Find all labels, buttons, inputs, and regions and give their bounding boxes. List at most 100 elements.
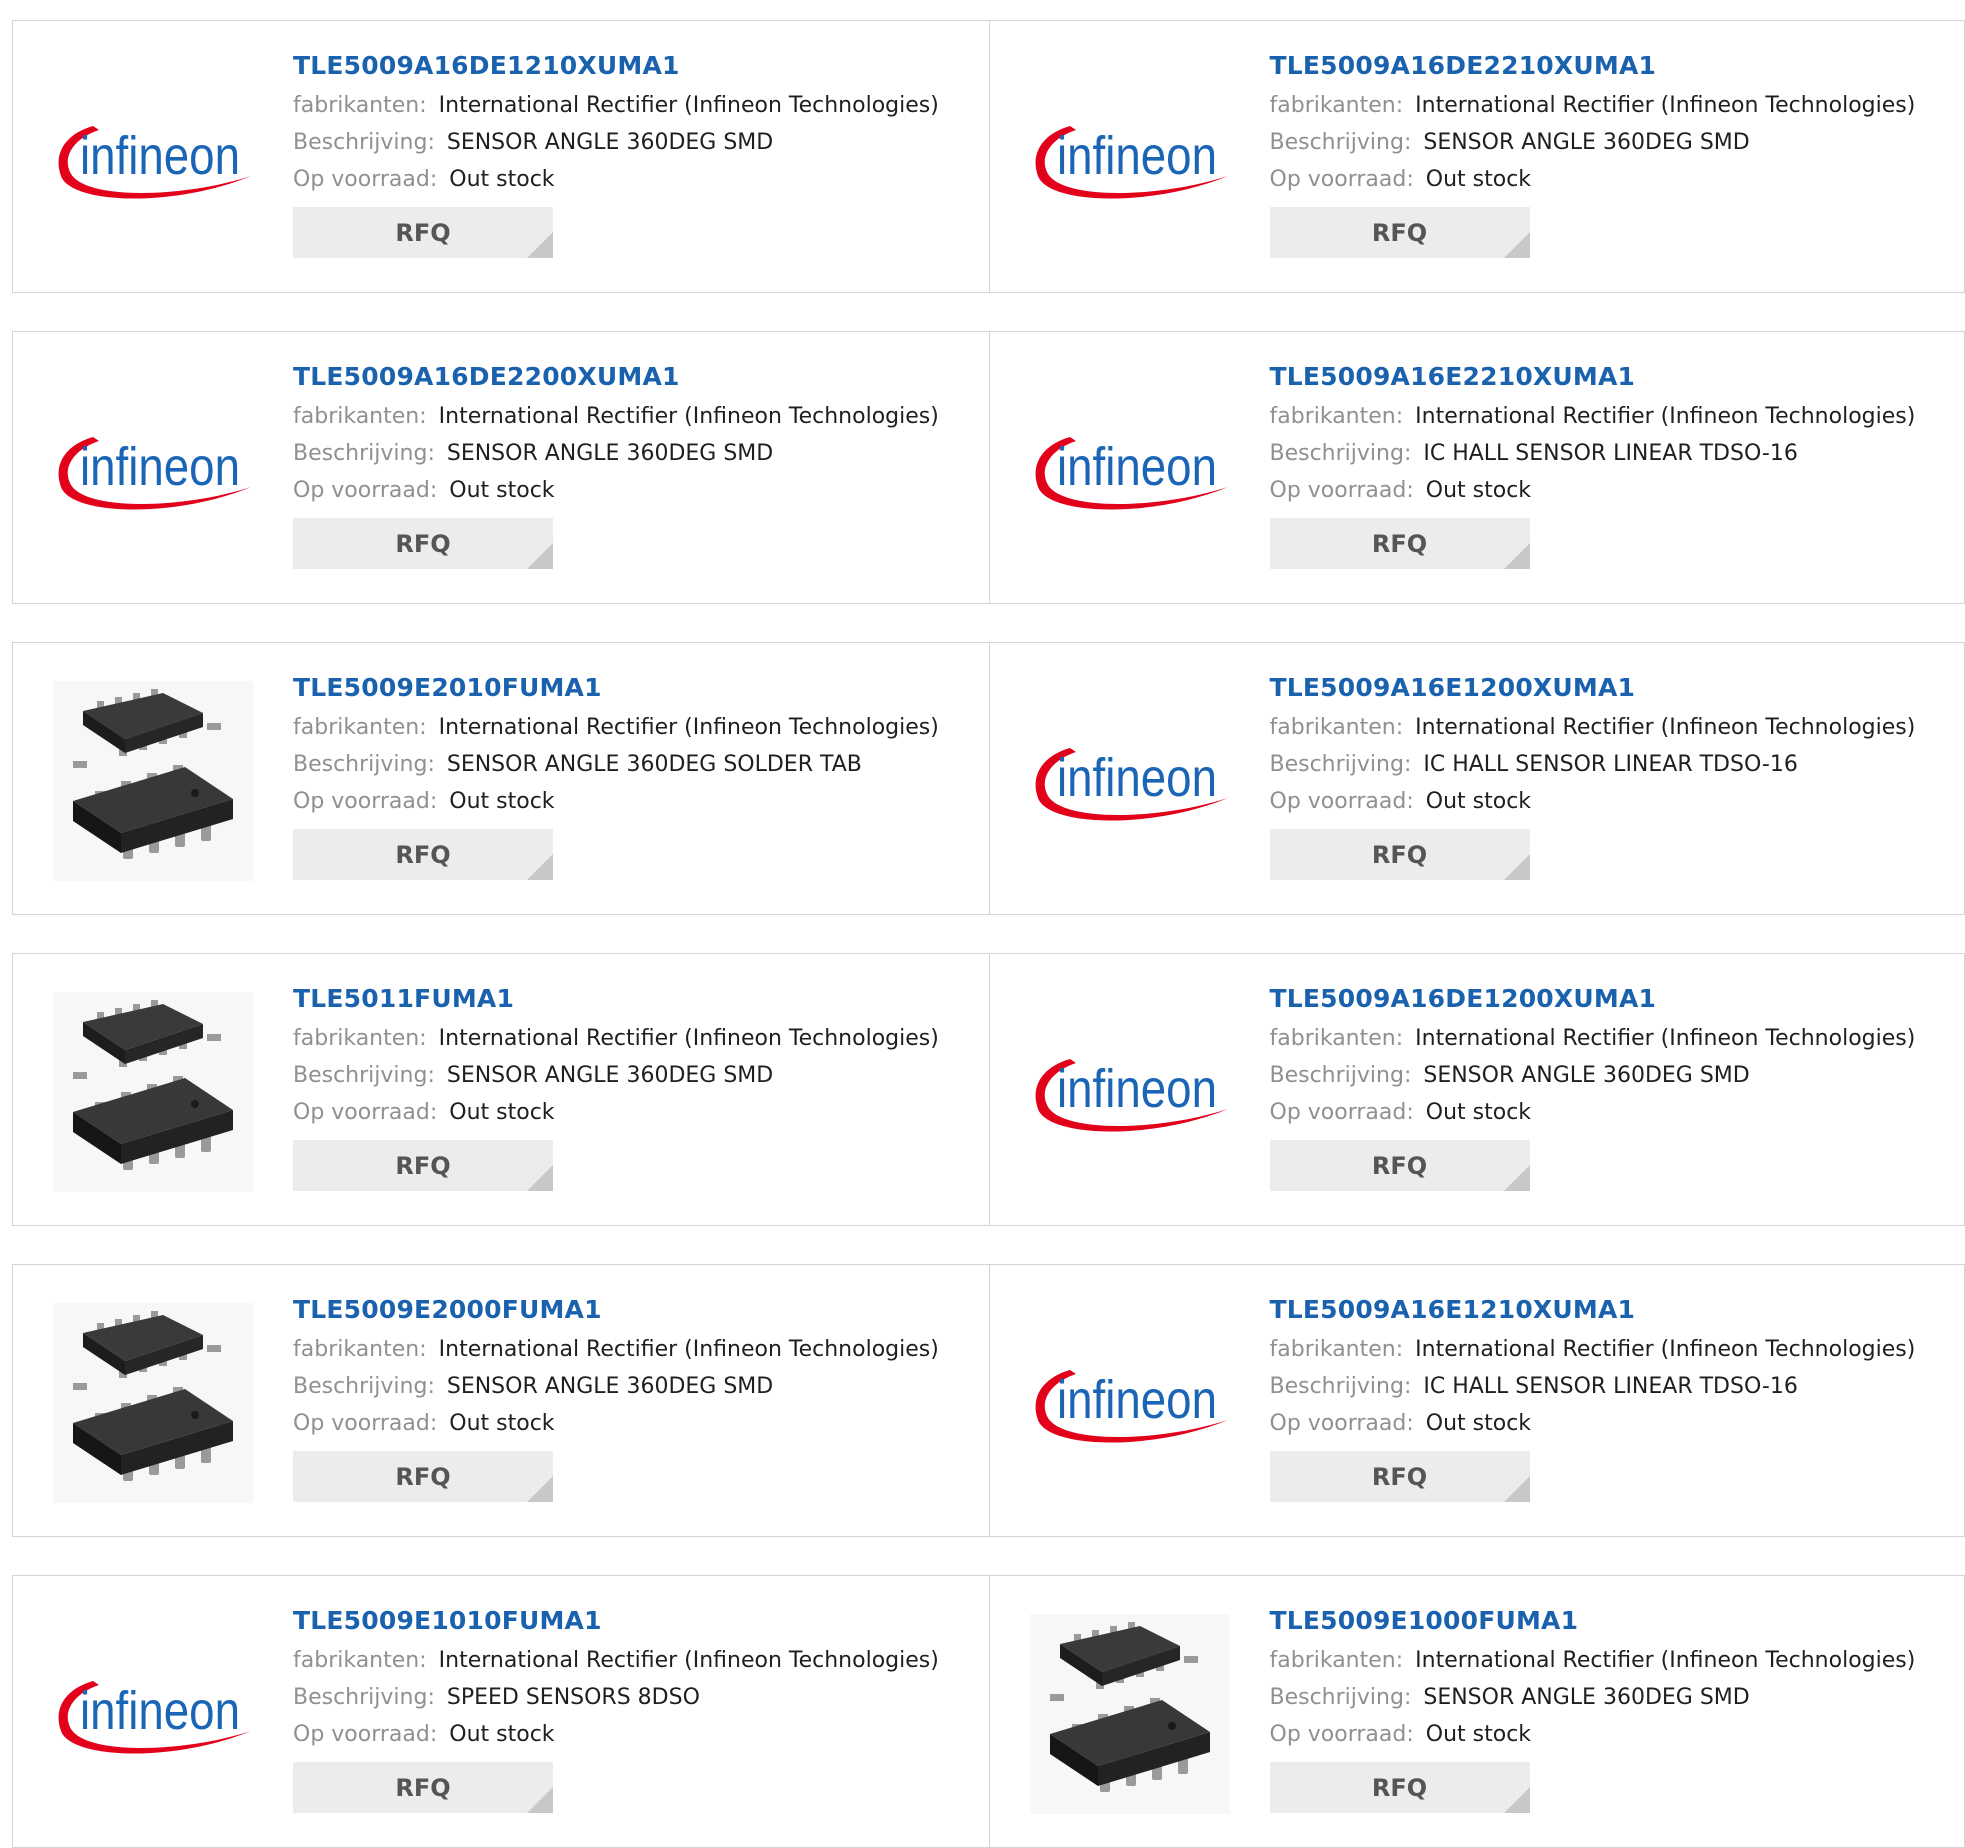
rfq-button[interactable]: RFQ [1269,1451,1530,1502]
rfq-button[interactable]: RFQ [1269,829,1530,880]
manufacturer-value: International Rectifier (Infineon Techno… [438,1337,939,1362]
part-number-link[interactable]: TLE5009A16DE2210XUMA1 [1270,51,1916,87]
part-number-link[interactable]: TLE5009E2000FUMA1 [293,1295,939,1331]
rfq-label: RFQ [395,1773,451,1802]
product-image[interactable]: infineon [1030,370,1230,570]
product-card: TLE5009E2000FUMA1 fabrikanten: Internation… [13,1265,989,1536]
stock-value: Out stock [449,1722,555,1747]
stock-value: Out stock [449,1100,555,1125]
product-image[interactable]: infineon [1030,1303,1230,1503]
svg-text:infineon: infineon [1057,126,1217,186]
stock-label: Op voorraad: [293,1100,438,1125]
manufacturer-value: International Rectifier (Infineon Techno… [1415,93,1916,118]
product-image[interactable]: infineon [1030,681,1230,881]
part-number-link[interactable]: TLE5009A16E1210XUMA1 [1270,1295,1916,1331]
part-number-link[interactable]: TLE5009E1010FUMA1 [293,1606,939,1642]
rfq-label: RFQ [1371,1773,1428,1802]
chip-package-icon [53,992,253,1192]
stock-label: Op voorraad: [1269,167,1414,192]
part-number-link[interactable]: TLE5009E2010FUMA1 [293,673,939,709]
svg-text:infineon: infineon [80,437,240,497]
product-image[interactable]: infineon [1030,59,1230,259]
rfq-button[interactable]: RFQ [293,1451,553,1502]
part-number-link[interactable]: TLE5009A16E1200XUMA1 [1270,673,1916,709]
product-image[interactable] [53,992,253,1192]
description-line: Beschrijving: IC HALL SENSOR LINEAR TDSO-… [1270,435,1916,472]
infineon-logo-icon: infineon [58,1681,251,1754]
description-value: IC HALL SENSOR LINEAR TDSO-16 [1423,1374,1798,1399]
stock-label: Op voorraad: [1269,478,1414,503]
stock-value: Out stock [449,789,555,814]
stock-line: Op voorraad: Out stock [1270,783,1916,820]
rfq-button[interactable]: RFQ [293,518,553,569]
description-line: Beschrijving: SENSOR ANGLE 360DEG SMD [293,435,939,472]
rfq-label: RFQ [395,1151,451,1180]
description-label: Beschrijving: [293,1374,435,1399]
description-value: SPEED SENSORS 8DSO [446,1685,700,1710]
rfq-label: RFQ [395,840,451,869]
rfq-button[interactable]: RFQ [293,1762,553,1813]
description-label: Beschrijving: [1269,1685,1412,1710]
stock-value: Out stock [1425,1100,1532,1125]
product-info: TLE5009E2000FUMA1 fabrikanten: Internation… [293,1295,939,1502]
svg-text:infineon: infineon [1057,748,1217,808]
description-value: IC HALL SENSOR LINEAR TDSO-16 [1423,441,1798,466]
rfq-button[interactable]: RFQ [1269,518,1530,569]
part-number-link[interactable]: TLE5009A16DE1200XUMA1 [1270,984,1916,1020]
product-image[interactable]: infineon [53,1614,253,1814]
chip-package-icon [53,681,253,881]
corner-triangle-icon [527,1787,553,1813]
stock-label: Op voorraad: [293,789,438,814]
corner-triangle-icon [527,543,553,569]
rfq-label: RFQ [1371,1462,1428,1491]
stock-line: Op voorraad: Out stock [293,1094,939,1131]
part-number-link[interactable]: TLE5009E1000FUMA1 [1270,1606,1916,1642]
rfq-button[interactable]: RFQ [1269,1762,1530,1813]
description-label: Beschrijving: [293,1685,435,1710]
manufacturer-label: fabrikanten: [1269,1026,1404,1051]
stock-line: Op voorraad: Out stock [293,1405,939,1442]
rfq-button[interactable]: RFQ [1269,1140,1530,1191]
infineon-logo-icon: infineon [58,437,251,510]
part-number-link[interactable]: TLE5009A16DE1210XUMA1 [293,51,939,87]
description-label: Beschrijving: [293,752,435,777]
rfq-button[interactable]: RFQ [293,829,553,880]
part-number-link[interactable]: TLE5009A16DE2200XUMA1 [293,362,939,398]
rfq-button[interactable]: RFQ [293,207,553,258]
manufacturer-line: fabrikanten: International Rectifier (Inf… [293,1331,939,1368]
corner-triangle-icon [1503,1787,1530,1813]
description-line: Beschrijving: IC HALL SENSOR LINEAR TDSO-… [1270,1368,1916,1405]
product-image[interactable]: infineon [53,370,253,570]
description-value: SENSOR ANGLE 360DEG SMD [1423,130,1750,155]
description-label: Beschrijving: [1269,752,1412,777]
product-image[interactable] [53,681,253,881]
corner-triangle-icon [1503,232,1530,258]
rfq-label: RFQ [395,529,451,558]
part-number-link[interactable]: TLE5011FUMA1 [293,984,939,1020]
corner-triangle-icon [527,1476,553,1502]
manufacturer-line: fabrikanten: International Rectifier (Inf… [1270,709,1916,746]
stock-line: Op voorraad: Out stock [1270,1405,1916,1442]
manufacturer-label: fabrikanten: [293,1648,427,1673]
svg-text:infineon: infineon [1057,437,1217,497]
product-card: infineon TLE5009A16DE1210XUMA1 fabrikante… [13,21,989,292]
product-info: TLE5009A16DE2210XUMA1 fabrikanten: Interna… [1269,51,1916,258]
infineon-logo-icon: infineon [1035,748,1228,821]
stock-value: Out stock [1425,478,1532,503]
part-number-link[interactable]: TLE5009A16E2210XUMA1 [1270,362,1916,398]
stock-value: Out stock [1425,1411,1532,1436]
product-image[interactable] [53,1303,253,1503]
stock-label: Op voorraad: [293,1722,438,1747]
svg-text:infineon: infineon [80,1681,240,1741]
rfq-label: RFQ [395,1462,451,1491]
description-value: SENSOR ANGLE 360DEG SMD [446,1063,774,1088]
product-info: TLE5009A16DE1210XUMA1 fabrikanten: Interna… [293,51,939,258]
product-row: TLE5011FUMA1 fabrikanten: International Re… [12,953,1965,1226]
stock-line: Op voorraad: Out stock [293,472,939,509]
rfq-button[interactable]: RFQ [293,1140,553,1191]
product-image[interactable] [1029,1614,1230,1814]
manufacturer-value: International Rectifier (Infineon Techno… [1415,1337,1916,1362]
product-image[interactable]: infineon [53,59,253,259]
rfq-button[interactable]: RFQ [1269,207,1530,258]
product-image[interactable]: infineon [1030,992,1230,1192]
